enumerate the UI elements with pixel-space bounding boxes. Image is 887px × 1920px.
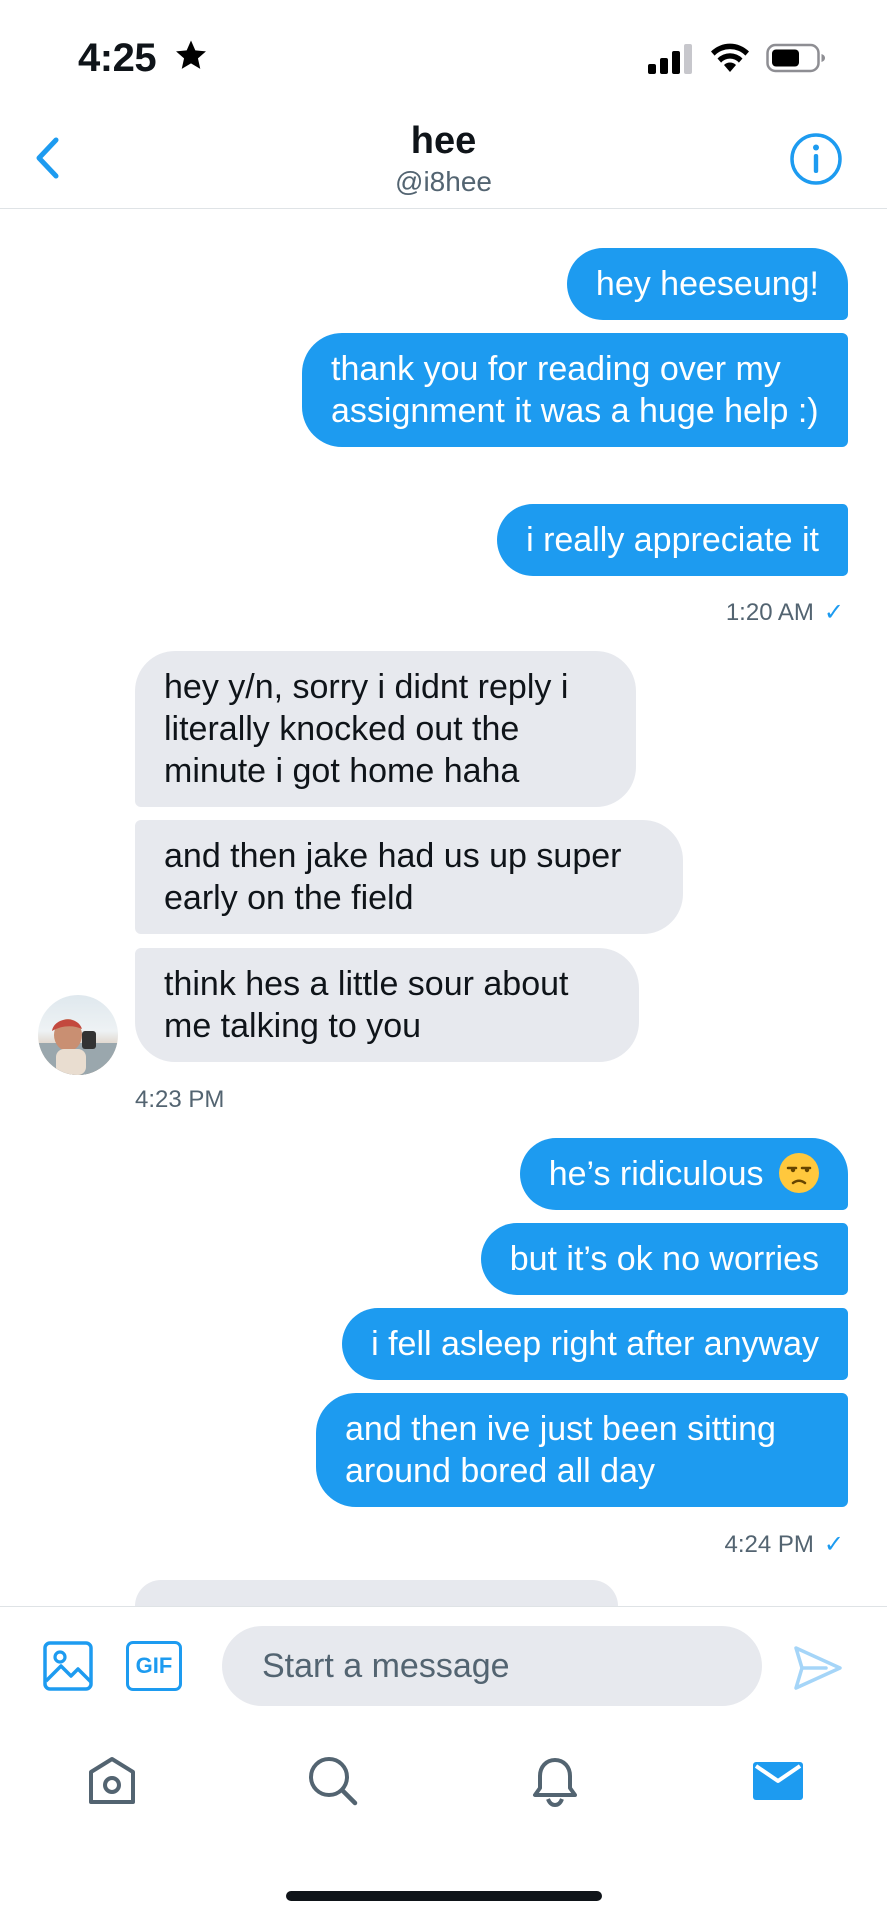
info-icon[interactable] — [789, 132, 843, 186]
outgoing-message[interactable]: thank you for reading over my assignment… — [302, 333, 848, 447]
timestamp-text: 1:20 AM — [725, 599, 814, 626]
wifi-icon — [711, 43, 749, 72]
incoming-message[interactable]: hey y/n, sorry i didnt reply i literally… — [135, 651, 636, 807]
status-bar: 4:25 — [0, 0, 887, 110]
mail-icon[interactable] — [751, 1754, 805, 1808]
home-indicator — [286, 1891, 602, 1901]
conversation-header: hee @i8hee — [0, 110, 887, 209]
conversation-name: hee — [410, 120, 477, 162]
read-check-icon: ✓ — [823, 1531, 844, 1558]
gif-button[interactable]: GIF — [126, 1641, 182, 1691]
home-icon[interactable] — [85, 1754, 139, 1808]
message-composer: GIF — [0, 1606, 887, 1729]
outgoing-message[interactable]: he’s ridiculous — [519, 1138, 848, 1210]
outgoing-message[interactable]: i really appreciate it — [497, 504, 848, 576]
battery-icon — [766, 43, 825, 73]
timestamp-text: 4:24 PM — [724, 1531, 814, 1558]
message-timestamp: 4:24 PM ✓ — [725, 1530, 845, 1559]
star-icon — [176, 40, 206, 69]
bell-icon[interactable] — [528, 1754, 582, 1808]
conversation-handle: @i8hee — [395, 166, 492, 197]
outgoing-message[interactable]: and then ive just been sitting around bo… — [316, 1393, 848, 1507]
signal-icon — [648, 44, 692, 74]
outgoing-message[interactable]: but it’s ok no worries — [480, 1223, 848, 1295]
message-text: he’s ridiculous — [548, 1155, 764, 1193]
image-icon[interactable] — [42, 1640, 94, 1692]
outgoing-message[interactable]: hey heeseung! — [566, 248, 848, 320]
message-timestamp: 1:20 AM ✓ — [726, 598, 844, 627]
incoming-message[interactable]: think hes a little sour about me talking… — [135, 948, 639, 1062]
send-icon[interactable] — [792, 1643, 844, 1693]
incoming-message-partial[interactable] — [135, 1580, 618, 1606]
message-timestamp: 4:23 PM — [135, 1086, 225, 1113]
search-icon[interactable] — [306, 1754, 360, 1808]
status-time: 4:25 — [78, 36, 157, 80]
incoming-message[interactable]: and then jake had us up super early on t… — [135, 820, 683, 934]
avatar-image — [38, 1019, 118, 1075]
outgoing-message[interactable]: i fell asleep right after anyway — [342, 1308, 848, 1380]
message-input[interactable] — [222, 1626, 762, 1706]
read-check-icon: ✓ — [823, 599, 844, 626]
unamused-emoji-icon — [779, 1153, 819, 1193]
avatar[interactable] — [38, 995, 118, 1075]
